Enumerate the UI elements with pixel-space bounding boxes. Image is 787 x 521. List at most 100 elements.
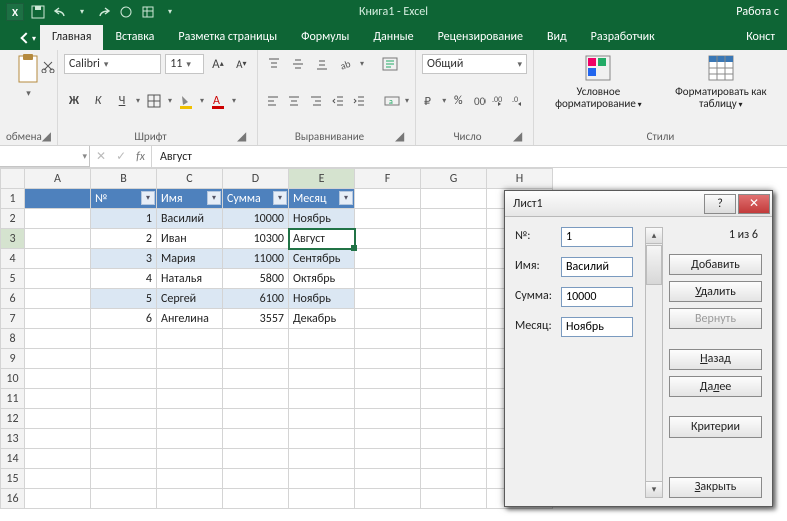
cell[interactable]: 2 xyxy=(91,229,157,249)
redo-icon[interactable] xyxy=(96,4,112,20)
cell[interactable]: 3 xyxy=(91,249,157,269)
col-header-E[interactable]: E xyxy=(289,169,355,189)
align-top-icon[interactable] xyxy=(264,54,284,74)
borders-icon[interactable] xyxy=(144,91,164,111)
cell[interactable]: 10300 xyxy=(223,229,289,249)
borders-dropdown-icon[interactable]: ▾ xyxy=(168,96,172,106)
cell[interactable]: Василий xyxy=(157,209,223,229)
row-header-12[interactable]: 12 xyxy=(1,409,25,429)
form-delete-button[interactable]: Удалить xyxy=(669,281,762,302)
col-header-D[interactable]: D xyxy=(223,169,289,189)
cell[interactable]: Сентябрь xyxy=(289,249,355,269)
save-icon[interactable] xyxy=(30,4,46,20)
row-header-14[interactable]: 14 xyxy=(1,449,25,469)
grow-font-icon[interactable]: A▴ xyxy=(208,54,227,74)
filter-icon[interactable]: ▾ xyxy=(141,191,155,205)
tab-file[interactable]: ▾ xyxy=(6,29,40,50)
form-icon[interactable] xyxy=(140,4,156,20)
field-input-month[interactable] xyxy=(561,317,633,337)
italic-button[interactable]: К xyxy=(88,91,108,111)
accounting-dropdown-icon[interactable]: ▾ xyxy=(442,96,446,106)
scroll-thumb[interactable] xyxy=(646,245,662,285)
shrink-font-icon[interactable]: A▾ xyxy=(232,54,251,74)
row-header-5[interactable]: 5 xyxy=(1,269,25,289)
cell[interactable]: Сергей xyxy=(157,289,223,309)
insert-function-icon[interactable]: fx xyxy=(136,150,145,164)
row-header-11[interactable]: 11 xyxy=(1,389,25,409)
col-header-A[interactable]: A xyxy=(25,169,91,189)
row-header-16[interactable]: 16 xyxy=(1,489,25,509)
align-left-icon[interactable] xyxy=(264,91,282,111)
dialog-close-button[interactable]: ✕ xyxy=(738,194,770,214)
cell[interactable]: 11000 xyxy=(223,249,289,269)
table-header-no[interactable]: №▾ xyxy=(91,189,157,209)
form-add-button[interactable]: Добавить xyxy=(669,254,762,275)
field-input-sum[interactable] xyxy=(561,287,633,307)
row-header-9[interactable]: 9 xyxy=(1,349,25,369)
cell[interactable]: Ангелина xyxy=(157,309,223,329)
row-header-6[interactable]: 6 xyxy=(1,289,25,309)
row-header-1[interactable]: 1 xyxy=(1,189,25,209)
cell[interactable]: Наталья xyxy=(157,269,223,289)
merge-dropdown-icon[interactable]: ▾ xyxy=(405,96,409,106)
align-center-icon[interactable] xyxy=(286,91,304,111)
align-right-icon[interactable] xyxy=(307,91,325,111)
row-header-13[interactable]: 13 xyxy=(1,429,25,449)
tab-page-layout[interactable]: Разметка страницы xyxy=(166,25,289,50)
accept-edit-icon[interactable]: ✓ xyxy=(116,149,126,164)
cell[interactable]: Октябрь xyxy=(289,269,355,289)
cell[interactable]: 1 xyxy=(91,209,157,229)
fill-color-icon[interactable] xyxy=(176,91,196,111)
conditional-formatting-button[interactable]: Условное форматирование ▾ xyxy=(540,54,657,128)
undo-icon[interactable] xyxy=(52,4,68,20)
qat-customize-icon[interactable]: ▾ xyxy=(162,4,178,20)
cell[interactable]: 3557 xyxy=(223,309,289,329)
increase-indent-icon[interactable] xyxy=(351,91,369,111)
col-header-C[interactable]: C xyxy=(157,169,223,189)
bold-button[interactable]: Ж xyxy=(64,91,84,111)
align-bottom-icon[interactable] xyxy=(312,54,332,74)
filter-icon[interactable]: ▾ xyxy=(339,191,353,205)
font-size-combo[interactable]: 11▾ xyxy=(165,54,204,74)
align-launcher-icon[interactable]: ◢ xyxy=(395,129,409,143)
format-as-table-button[interactable]: Форматировать как таблицу ▾ xyxy=(661,54,781,128)
form-next-button[interactable]: Далее xyxy=(669,376,762,397)
cell[interactable]: 6 xyxy=(91,309,157,329)
tab-table-design[interactable]: Конст xyxy=(734,25,787,50)
cell[interactable]: 5800 xyxy=(223,269,289,289)
cell[interactable]: 6100 xyxy=(223,289,289,309)
decrease-indent-icon[interactable] xyxy=(329,91,347,111)
cell[interactable]: 10000 xyxy=(223,209,289,229)
font-color-icon[interactable]: A xyxy=(208,91,228,111)
dialog-title-bar[interactable]: Лист1 ? ✕ xyxy=(505,191,772,217)
tab-data[interactable]: Данные xyxy=(361,25,425,50)
qat-dropdown-icon[interactable]: ▾ xyxy=(74,4,90,20)
form-criteria-button[interactable]: Критерии xyxy=(669,416,762,437)
number-launcher-icon[interactable]: ◢ xyxy=(513,129,527,143)
tab-home[interactable]: Главная xyxy=(40,25,103,50)
col-header-G[interactable]: G xyxy=(421,169,487,189)
tab-developer[interactable]: Разработчик xyxy=(579,25,667,50)
tab-formulas[interactable]: Формулы xyxy=(289,25,361,50)
filter-icon[interactable]: ▾ xyxy=(207,191,221,205)
percent-format-icon[interactable]: % xyxy=(450,91,466,111)
row-header-2[interactable]: 2 xyxy=(1,209,25,229)
row-header-3[interactable]: 3 xyxy=(1,229,25,249)
wrap-text-icon[interactable] xyxy=(380,54,400,74)
row-header-10[interactable]: 10 xyxy=(1,369,25,389)
comma-format-icon[interactable]: 000 xyxy=(470,91,486,111)
fill-dropdown-icon[interactable]: ▾ xyxy=(200,96,204,106)
table-header-name[interactable]: Имя▾ xyxy=(157,189,223,209)
row-header-8[interactable]: 8 xyxy=(1,329,25,349)
table-header-month[interactable]: Месяц▾ xyxy=(289,189,355,209)
field-input-no[interactable] xyxy=(561,227,633,247)
col-header-B[interactable]: B xyxy=(91,169,157,189)
cell[interactable]: Ноябрь xyxy=(289,289,355,309)
orientation-dropdown-icon[interactable]: ▾ xyxy=(360,59,364,69)
field-input-name[interactable] xyxy=(561,257,633,277)
name-box[interactable]: ▾ xyxy=(0,146,90,167)
font-name-combo[interactable]: Calibri▾ xyxy=(64,54,161,74)
tab-view[interactable]: Вид xyxy=(535,25,579,50)
underline-dropdown-icon[interactable]: ▾ xyxy=(136,96,140,106)
col-header-H[interactable]: H xyxy=(487,169,553,189)
